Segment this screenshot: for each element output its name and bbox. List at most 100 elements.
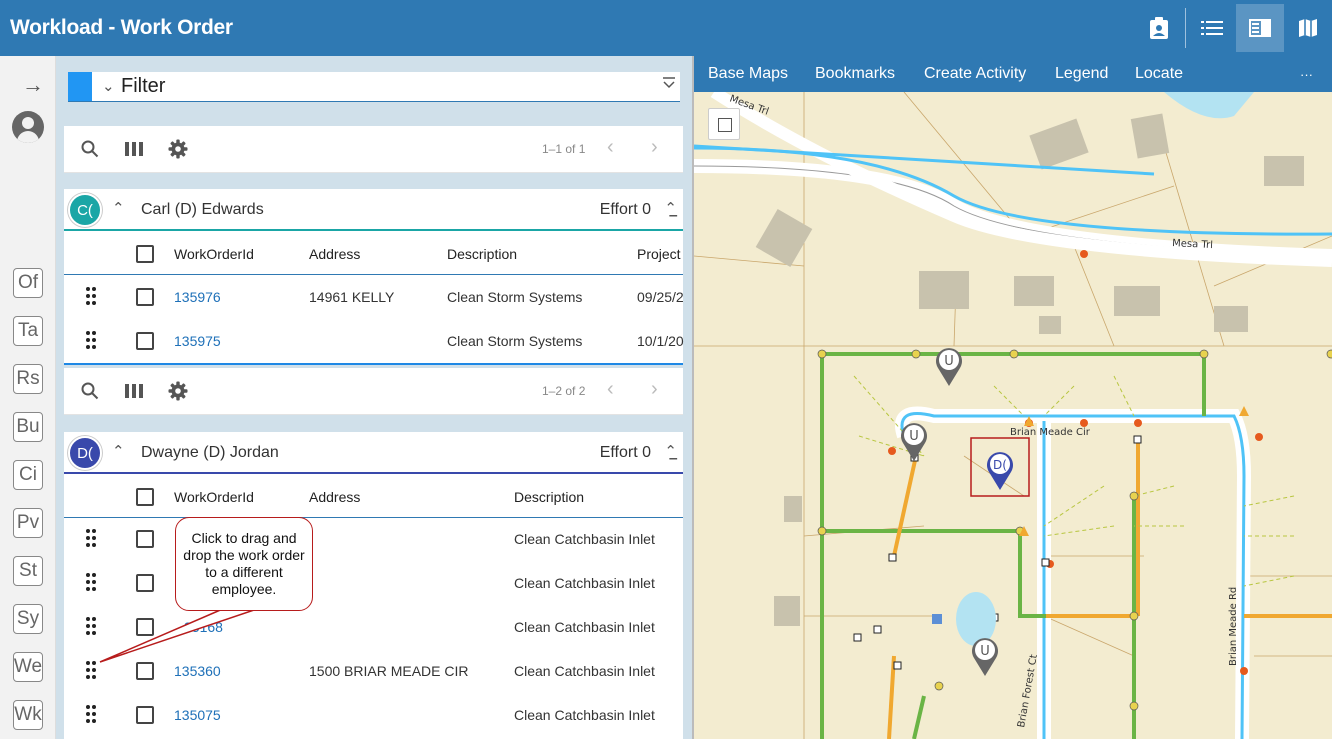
description-cell: Clean Catchbasin Inlet [514,531,655,547]
marker-label: D( [993,458,1007,472]
work-order-id-link[interactable]: 135075 [174,707,221,723]
app-header: Workload - Work Order [0,0,1332,56]
drag-handle-icon[interactable] [86,573,96,593]
column-header[interactable]: Project [637,246,681,262]
rail-tab-ci[interactable]: Ci [13,460,43,490]
map-toolbar: Base Maps Bookmarks Create Activity Lege… [694,56,1332,92]
rail-tab-ta[interactable]: Ta [13,316,43,346]
row-checkbox[interactable] [136,288,154,306]
column-header[interactable]: WorkOrderId [174,489,254,505]
rail-tab-sy[interactable]: Sy [13,604,43,634]
column-header[interactable]: WorkOrderId [174,246,254,262]
project-cell: 10/1/20 [637,333,684,349]
drag-handle-icon[interactable] [86,287,96,307]
map-marker-icon[interactable]: U [970,636,1000,678]
rail-tab-rs[interactable]: Rs [13,364,43,394]
rail-tab-we[interactable]: We [13,652,43,682]
group-header[interactable]: C( ⌃ Carl (D) Edwards Effort 0 ⌃̲ [64,189,683,231]
columns-icon[interactable] [123,380,145,402]
prev-page-icon[interactable]: ‹ [607,136,614,159]
description-cell: Clean Storm Systems [447,289,583,305]
map-marker-icon[interactable]: U [899,421,929,463]
rail-tab-pv[interactable]: Pv [13,508,43,538]
select-all-checkbox[interactable] [136,245,154,263]
drag-handle-icon[interactable] [86,705,96,725]
left-rail: → Of Ta Rs Bu Ci Pv St Sy We Wk [0,56,56,739]
gear-icon[interactable] [167,380,189,402]
sort-toggle-icon[interactable] [662,76,676,94]
square-icon [718,118,732,132]
clipboard-user-icon[interactable] [1135,4,1183,52]
table-row[interactable]: Clean Catchbasin Inlet [64,517,683,561]
effort-label: Effort 0 [599,444,651,461]
locate-button[interactable]: Locate [1135,65,1183,83]
drag-handle-icon[interactable] [86,331,96,351]
filter-label: Filter [121,75,166,97]
filter-color-swatch [68,72,92,101]
table-row[interactable]: 135976 14961 KELLY Clean Storm Systems 0… [64,275,684,319]
drag-tip-callout: Click to drag and drop the work order to… [175,517,313,611]
description-cell: Clean Catchbasin Inlet [514,619,655,635]
gear-icon[interactable] [167,138,189,160]
split-view-icon[interactable] [1236,4,1284,52]
employee-avatar: C( [68,193,102,227]
rail-tab-wk[interactable]: Wk [13,700,43,730]
road-label: Mesa Trl [1172,238,1213,251]
map-marker-icon[interactable]: U [934,346,964,388]
employee-name: Dwayne (D) Jordan [141,444,279,461]
sort-icon[interactable]: ⌃̲ [664,442,677,460]
table-row[interactable]: 135975 Clean Storm Systems 10/1/20 [64,319,684,363]
chevron-down-icon[interactable]: ⌄ [102,77,115,95]
columns-icon[interactable] [123,138,145,160]
list-icon[interactable] [1188,4,1236,52]
filter-bar[interactable]: ⌄ Filter [68,72,680,102]
road-label: Brian Meade Rd [1228,587,1239,666]
more-icon[interactable]: ··· [1300,67,1313,82]
map-icon[interactable] [1284,4,1332,52]
select-tool-button[interactable] [708,108,740,140]
bookmarks-button[interactable]: Bookmarks [815,65,895,83]
sort-icon[interactable]: ⌃̲ [664,199,677,217]
address-cell: 1500 BRIAR MEADE CIR [309,663,469,679]
chevron-up-icon[interactable]: ⌃ [112,199,125,217]
expand-arrow-icon[interactable]: → [22,72,44,98]
row-checkbox[interactable] [136,706,154,724]
marker-label: U [944,354,954,369]
rail-tab-bu[interactable]: Bu [13,412,43,442]
group-toolbar: 1–1 of 1 ‹ › [64,126,683,173]
legend-button[interactable]: Legend [1055,65,1108,83]
table-row[interactable]: Clean Catchbasin Inlet [64,561,683,605]
work-order-id-link[interactable]: 135976 [174,289,221,305]
group-header[interactable]: D( ⌃ Dwayne (D) Jordan Effort 0 ⌃̲ [64,432,683,474]
chevron-up-icon[interactable]: ⌃ [112,442,125,460]
prev-page-icon[interactable]: ‹ [607,378,614,401]
rail-tab-st[interactable]: St [13,556,43,586]
search-icon[interactable] [79,380,101,402]
search-icon[interactable] [79,138,101,160]
row-checkbox[interactable] [136,574,154,592]
work-order-id-link[interactable]: 135975 [174,333,221,349]
row-checkbox[interactable] [136,332,154,350]
row-checkbox[interactable] [136,530,154,548]
next-page-icon[interactable]: › [651,136,658,159]
column-header[interactable]: Description [447,246,517,262]
description-cell: Clean Catchbasin Inlet [514,707,655,723]
drag-handle-icon[interactable] [86,529,96,549]
base-maps-button[interactable]: Base Maps [708,65,788,83]
description-cell: Clean Storm Systems [447,333,583,349]
column-header[interactable]: Address [309,489,360,505]
effort-label: Effort 0 [599,201,651,218]
column-header[interactable]: Address [309,246,360,262]
table-row[interactable]: 135075 Clean Catchbasin Inlet [64,693,683,737]
select-all-checkbox[interactable] [136,488,154,506]
next-page-icon[interactable]: › [651,378,658,401]
map-canvas[interactable]: Mesa Trl Mesa Trl Brian Meade Cir Brian … [694,56,1332,739]
header-actions [1135,0,1332,56]
map-marker-icon[interactable]: D( [985,450,1015,492]
column-header[interactable]: Description [514,489,584,505]
map-panel[interactable]: Mesa Trl Mesa Trl Brian Meade Cir Brian … [694,56,1332,739]
user-avatar-icon[interactable] [12,111,44,143]
create-activity-button[interactable]: Create Activity [924,65,1026,83]
employee-group: D( ⌃ Dwayne (D) Jordan Effort 0 ⌃̲ WorkO… [64,432,683,739]
rail-tab-of[interactable]: Of [13,268,43,298]
